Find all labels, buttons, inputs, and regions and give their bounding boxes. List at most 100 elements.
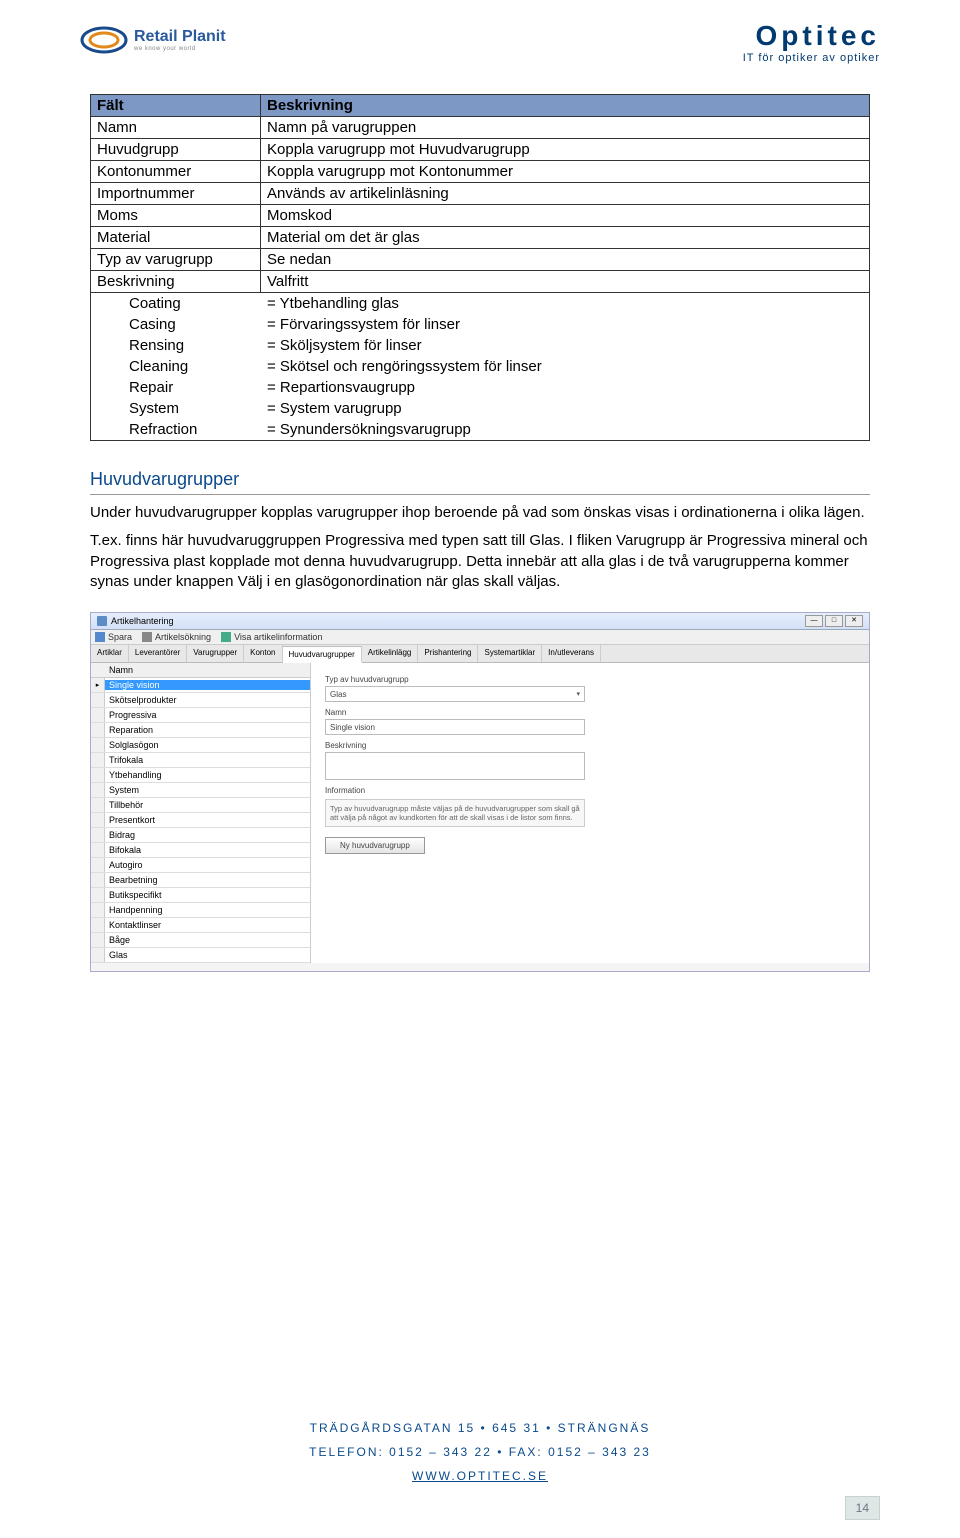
name-label: Namn (325, 708, 855, 717)
app-icon (97, 616, 107, 626)
nested-field: Coating (91, 293, 261, 314)
close-button[interactable]: ✕ (845, 615, 863, 627)
tab-artikelinlägg[interactable]: Artikelinlägg (362, 645, 419, 662)
logo-right-tag: IT för optiker av optiker (743, 52, 880, 64)
nested-desc: = Skötsel och rengöringssystem för linse… (261, 356, 869, 377)
field-cell: Typ av varugrupp (91, 249, 261, 271)
nested-desc: = Synundersökningsvarugrupp (261, 419, 869, 440)
toolbar: Spara Artikelsökning Visa artikelinforma… (91, 630, 869, 645)
field-cell: Kontonummer (91, 161, 261, 183)
logo-left-main: Retail Planit (134, 28, 226, 46)
app-screenshot: Artikelhantering — □ ✕ Spara Artikelsökn… (90, 612, 870, 972)
footer-address: TRÄDGÅRDSGATAN 15 • 645 31 • STRÄNGNÄS (0, 1416, 960, 1440)
desc-textarea[interactable] (325, 752, 585, 780)
field-cell: Beskrivning (91, 271, 261, 293)
tab-leverantörer[interactable]: Leverantörer (129, 645, 187, 662)
field-cell: Moms (91, 205, 261, 227)
logo-left: Retail Planit we know your world (80, 20, 226, 60)
tab-varugrupper[interactable]: Varugrupper (187, 645, 244, 662)
nested-field: Rensing (91, 335, 261, 356)
list-item[interactable]: Autogiro (91, 858, 310, 873)
desc-cell: Momskod (261, 205, 870, 227)
save-button[interactable]: Spara (95, 632, 132, 642)
section-p1: Under huvudvarugrupper kopplas varugrupp… (90, 503, 870, 523)
list-item[interactable]: Båge (91, 933, 310, 948)
new-group-button[interactable]: Ny huvudvarugrupp (325, 837, 425, 854)
info-icon (221, 632, 231, 642)
search-icon (142, 632, 152, 642)
nested-field: Refraction (91, 419, 261, 440)
section-p2: T.ex. finns här huvudvaruggruppen Progre… (90, 531, 870, 592)
desc-label: Beskrivning (325, 741, 855, 750)
list-item[interactable]: Bifokala (91, 843, 310, 858)
list-item[interactable]: Glas (91, 948, 310, 963)
desc-cell: Valfritt (261, 271, 870, 293)
swoosh-icon (80, 20, 128, 60)
nested-desc: = Sköljsystem för linser (261, 335, 869, 356)
nested-desc: = Ytbehandling glas (261, 293, 869, 314)
desc-cell: Koppla varugrupp mot Huvudvarugrupp (261, 139, 870, 161)
list-item[interactable]: ▸Single vision (91, 678, 310, 693)
desc-cell: Används av artikelinläsning (261, 183, 870, 205)
list-item[interactable]: Tillbehör (91, 798, 310, 813)
list-item[interactable]: Ytbehandling (91, 768, 310, 783)
logo-right-company: Optitec (743, 20, 880, 52)
info-text: Typ av huvudvarugrupp måste väljas på de… (325, 799, 585, 827)
tab-bar: ArtiklarLeverantörerVarugrupperKontonHuv… (91, 645, 869, 663)
nested-desc: = System varugrupp (261, 398, 869, 419)
nested-desc: = Förvaringssystem för linser (261, 314, 869, 335)
nested-field: Casing (91, 314, 261, 335)
maximize-button[interactable]: □ (825, 615, 843, 627)
col-header-desc: Beskrivning (261, 95, 870, 117)
desc-cell: Se nedan (261, 249, 870, 271)
field-cell: Huvudgrupp (91, 139, 261, 161)
list-item[interactable]: Trifokala (91, 753, 310, 768)
save-icon (95, 632, 105, 642)
col-header-field: Fält (91, 95, 261, 117)
nested-field: Cleaning (91, 356, 261, 377)
list-item[interactable]: Bidrag (91, 828, 310, 843)
tab-artiklar[interactable]: Artiklar (91, 645, 129, 662)
field-cell: Material (91, 227, 261, 249)
type-select[interactable]: Glas (325, 686, 585, 702)
info-label: Information (325, 786, 855, 795)
tab-konton[interactable]: Konton (244, 645, 282, 662)
tab-in/utleverans[interactable]: In/utleverans (542, 645, 601, 662)
detail-form: Typ av huvudvarugrupp Glas Namn Single v… (311, 663, 869, 963)
fields-table: Fält Beskrivning NamnNamn på varugruppen… (90, 94, 870, 441)
info-button[interactable]: Visa artikelinformation (221, 632, 322, 642)
page-footer: TRÄDGÅRDSGATAN 15 • 645 31 • STRÄNGNÄS T… (0, 1416, 960, 1488)
field-cell: Namn (91, 117, 261, 139)
list-item[interactable]: Handpenning (91, 903, 310, 918)
list-item[interactable]: Progressiva (91, 708, 310, 723)
list-item[interactable]: Solglasögon (91, 738, 310, 753)
name-input[interactable]: Single vision (325, 719, 585, 735)
list-header-name: Namn (109, 665, 133, 675)
list-item[interactable]: Bearbetning (91, 873, 310, 888)
list-item[interactable]: Butikspecifikt (91, 888, 310, 903)
window-titlebar: Artikelhantering — □ ✕ (91, 613, 869, 630)
footer-url[interactable]: WWW.OPTITEC.SE (412, 1469, 548, 1483)
list-item[interactable]: Reparation (91, 723, 310, 738)
item-list: Namn ▸Single visionSkötselprodukterProgr… (91, 663, 311, 963)
tab-prishantering[interactable]: Prishantering (418, 645, 478, 662)
nested-desc: = Repartionsvaugrupp (261, 377, 869, 398)
footer-phone: TELEFON: 0152 – 343 22 • FAX: 0152 – 343… (0, 1440, 960, 1464)
desc-cell: Koppla varugrupp mot Kontonummer (261, 161, 870, 183)
minimize-button[interactable]: — (805, 615, 823, 627)
tab-systemartiklar[interactable]: Systemartiklar (478, 645, 542, 662)
search-button[interactable]: Artikelsökning (142, 632, 211, 642)
list-item[interactable]: Presentkort (91, 813, 310, 828)
tab-huvudvarugrupper[interactable]: Huvudvarugrupper (283, 646, 362, 663)
page-number: 14 (845, 1496, 880, 1520)
logo-right: Optitec IT för optiker av optiker (743, 20, 880, 64)
section-title: Huvudvarugrupper (90, 469, 870, 495)
desc-cell: Namn på varugruppen (261, 117, 870, 139)
list-item[interactable]: Kontaktlinser (91, 918, 310, 933)
nested-field: Repair (91, 377, 261, 398)
nested-field: System (91, 398, 261, 419)
list-item[interactable]: Skötselprodukter (91, 693, 310, 708)
logo-left-sub: we know your world (134, 46, 226, 52)
list-item[interactable]: System (91, 783, 310, 798)
type-label: Typ av huvudvarugrupp (325, 675, 855, 684)
